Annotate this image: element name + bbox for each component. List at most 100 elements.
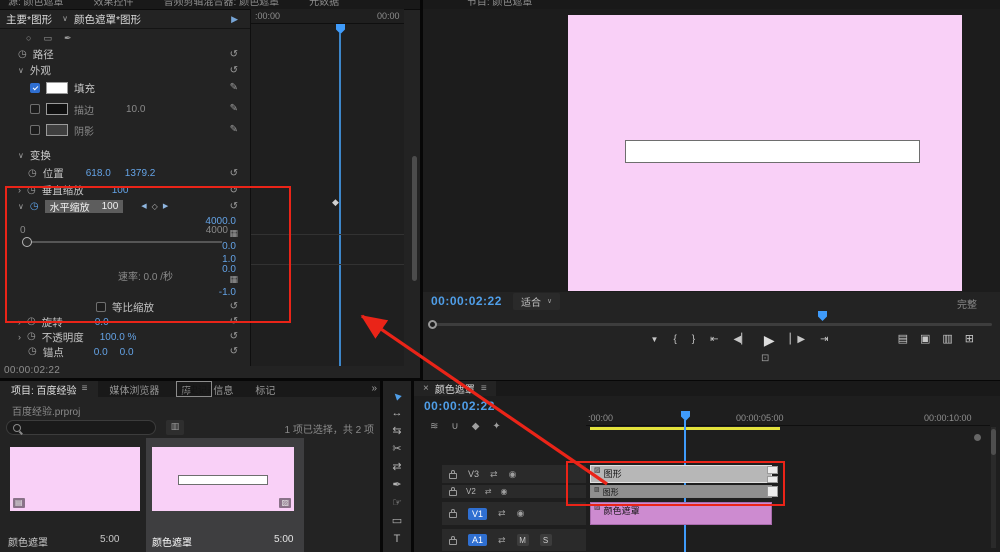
clip-graphic-v3[interactable]: ▨ 图形 [590,465,772,483]
chevron-down-icon[interactable]: ∨ [62,15,68,23]
stroke-color-swatch[interactable] [46,103,68,115]
lock-icon[interactable] [449,487,457,496]
chevron-right-icon[interactable]: › [18,332,21,342]
chevron-right-icon[interactable]: › [18,186,21,195]
sync-lock-icon[interactable]: ⇄ [485,487,492,496]
stopwatch-icon[interactable]: ◷ [27,332,36,342]
timeline-scrollbar[interactable] [991,427,996,548]
anchor-x-value[interactable]: 0.0 [94,347,108,358]
stopwatch-icon[interactable]: ◷ [27,317,36,327]
fill-color-swatch[interactable] [46,82,68,94]
stroke-width-value[interactable]: 10.0 [126,104,145,115]
timeline-ruler[interactable]: :00:00 00:00:05:00 00:00:10:00 [586,409,990,426]
bin-view-button[interactable]: ▥ [166,420,184,435]
add-marker-button[interactable]: ◆ [472,422,480,432]
pen-mask-icon[interactable]: ✒ [64,34,72,43]
stroke-checkbox[interactable] [30,104,40,114]
lock-icon[interactable] [449,509,457,518]
trim-grip[interactable] [767,466,778,474]
tab-audio-mixer[interactable]: 音频剪辑混合器: 颜色遮罩 [164,0,280,8]
item-name[interactable]: 颜色遮罩 [152,534,192,549]
program-tab[interactable]: 节目: 颜色遮罩 [467,0,533,8]
scrub-knob[interactable] [428,320,437,329]
project-file-name[interactable]: 百度经验.prproj [12,403,80,418]
project-item-thumbnail-selected[interactable]: ▨ [152,447,294,511]
track-name[interactable]: V3 [468,469,479,479]
export-frame-button[interactable]: ▣ [920,334,930,345]
previous-keyframe-button[interactable]: ◀ [141,203,146,210]
vertical-scale-value[interactable]: 100 [112,185,129,196]
close-icon[interactable]: × [423,383,429,394]
eyedropper-icon[interactable]: ✎ [230,104,238,114]
clip-graphic-v2[interactable]: ▨ 图形 [590,485,772,498]
tab-project[interactable]: 项目: 百度经验 ≡ [0,381,99,397]
effect-controls-timecode[interactable]: 00:00:02:22 [4,365,60,376]
tab-metadata[interactable]: 元数据 [309,0,339,8]
reset-button[interactable]: ↺ [230,201,238,212]
tab-source[interactable]: 源: 颜色遮罩 [8,0,64,8]
show-keyframes-toggle-icon[interactable]: ▶ [231,14,238,24]
tab-history[interactable]: 历史记录 [176,381,212,397]
type-tool[interactable]: T [394,534,401,545]
reset-button[interactable]: ↺ [230,302,238,312]
nest-indicator-icon[interactable]: ≋ [430,422,438,432]
shadow-checkbox[interactable] [30,125,40,135]
comparison-view-button[interactable]: ⊞ [965,334,974,345]
position-x-value[interactable]: 618.0 [86,168,111,179]
solo-button[interactable]: S [539,534,552,546]
uniform-scale-checkbox[interactable] [96,302,106,312]
eye-icon[interactable]: ◉ [509,469,517,479]
stopwatch-icon[interactable]: ◷ [28,347,37,357]
rotation-value[interactable]: 0.0 [95,317,109,328]
rectangle-tool[interactable]: ▭ [392,516,402,527]
effect-controls-timeline[interactable]: :00:00 00:00 ◆ [250,9,404,366]
button-editor-button[interactable]: ⊡ [761,354,769,364]
effect-controls-scrollbar[interactable] [412,26,417,364]
go-to-in-button[interactable]: ⇤ [710,335,718,345]
timeline-settings-button[interactable]: ✦ [492,422,500,432]
reset-button[interactable]: ↺ [230,347,238,357]
lock-icon[interactable] [449,535,457,545]
eyedropper-icon[interactable]: ✎ [230,125,238,135]
add-keyframe-button[interactable]: ◇ [152,202,158,211]
stopwatch-icon[interactable]: ◷ [18,49,27,60]
monitor-scrub-bar[interactable] [428,320,992,329]
item-name[interactable]: 颜色遮罩 [8,534,48,549]
program-timecode[interactable]: 00:00:02:22 [431,294,502,308]
shadow-color-swatch[interactable] [46,124,68,136]
stopwatch-icon[interactable]: ◷ [28,168,37,179]
anchor-y-value[interactable]: 0.0 [120,347,134,358]
mark-out-button[interactable]: } [692,335,695,345]
panel-menu-icon[interactable]: ≡ [82,384,88,394]
selection-tool[interactable]: ► [389,388,405,404]
rect-mask-icon[interactable]: ▭ [43,34,52,43]
next-keyframe-button[interactable]: ▶ [163,203,168,210]
effect-controls-ruler[interactable]: :00:00 00:00 [251,9,404,24]
mute-button[interactable]: M [516,534,529,546]
opacity-value[interactable]: 100.0 % [100,332,137,343]
close-icon[interactable]: × [431,0,437,8]
play-button[interactable]: ▶ [764,333,775,347]
playhead-line[interactable] [339,33,341,366]
clip-color-matte-v1[interactable]: ▨ 颜色遮罩 [590,502,772,525]
lock-icon[interactable] [449,469,457,479]
eyedropper-icon[interactable]: ✎ [230,83,238,93]
lift-button[interactable]: ▤ [898,334,908,345]
track-target-badge[interactable]: A1 [468,534,488,546]
ellipse-mask-icon[interactable]: ○ [26,34,31,43]
trim-grip[interactable] [767,486,778,497]
velocity-graph-toggle-icon[interactable]: ▦ [229,275,238,284]
position-y-value[interactable]: 1379.2 [125,168,156,179]
tab-effect-controls[interactable]: 效果控件 [94,0,134,8]
scale-slider-knob[interactable] [22,237,32,247]
sync-lock-icon[interactable]: ⇄ [498,535,506,545]
horizontal-scale-value[interactable]: 100 [102,201,119,212]
tab-overflow-icon[interactable]: » [371,384,377,394]
add-marker-button[interactable]: ▼ [651,336,659,344]
fill-checkbox[interactable] [30,83,40,93]
zoom-level-dropdown[interactable]: 适合 ∨ [513,293,561,310]
tab-media-browser[interactable]: 媒体浏览器 [98,381,170,397]
ripple-edit-tool[interactable]: ⇆ [392,426,401,437]
sync-lock-icon[interactable]: ⇄ [498,509,506,518]
snap-toggle-button[interactable]: ∪ [451,422,458,432]
